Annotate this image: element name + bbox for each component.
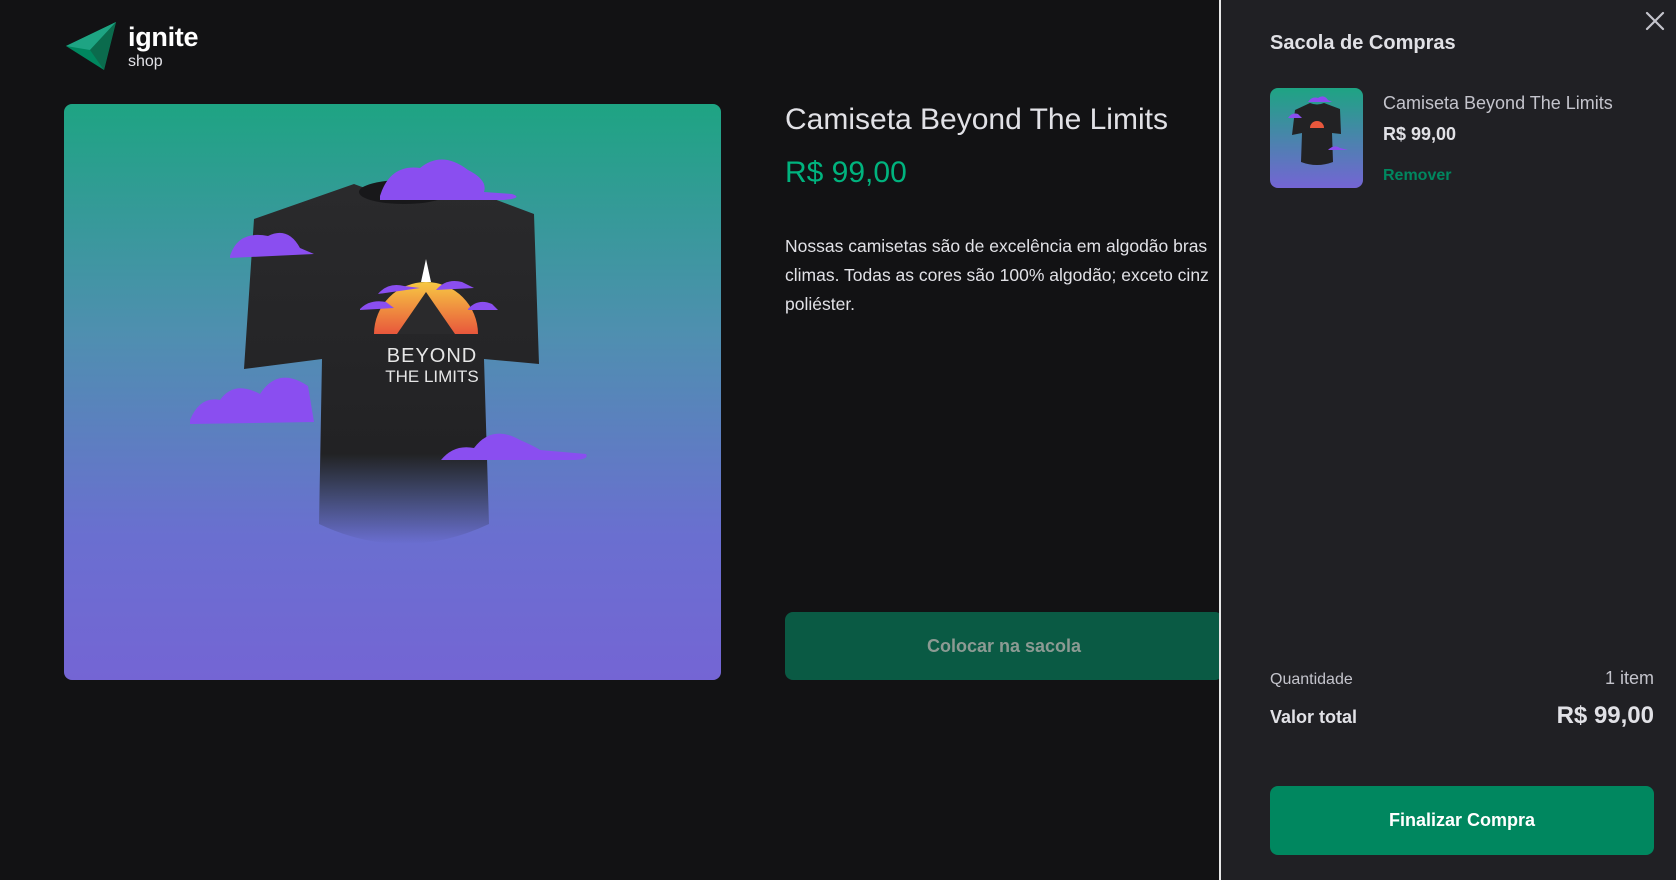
logo-text: ignite shop xyxy=(128,22,199,70)
cart-item-name: Camiseta Beyond The Limits xyxy=(1383,93,1613,113)
ignite-logo-icon[interactable] xyxy=(64,20,118,74)
close-icon xyxy=(1645,11,1665,31)
logo-subtitle: shop xyxy=(128,53,163,70)
product-image: BEYOND THE LIMITS xyxy=(64,104,721,680)
site-header: ignite shop xyxy=(64,20,199,74)
product-page: ignite shop BEYOND THE LIMITS Camiseta B… xyxy=(0,0,1676,880)
total-label: Valor total xyxy=(1270,707,1358,727)
product-price: R$ 99,00 xyxy=(785,156,907,189)
svg-text:BEYOND: BEYOND xyxy=(387,345,477,367)
total-value: R$ 99,00 xyxy=(1556,702,1654,729)
cart-item-thumbnail xyxy=(1270,88,1363,188)
checkout-button[interactable]: Finalizar Compra xyxy=(1270,786,1654,855)
product-description: Nossas camisetas são de excelência em al… xyxy=(785,236,1209,314)
cart-item-info: Camiseta Beyond The Limits R$ 99,00 Remo… xyxy=(1383,88,1613,188)
total-row: Valor total R$ 99,00 xyxy=(1270,702,1654,730)
add-to-bag-button[interactable]: Colocar na sacola xyxy=(785,612,1223,680)
tshirt-with-clouds-image: BEYOND THE LIMITS xyxy=(190,159,587,544)
cart-item: Camiseta Beyond The Limits R$ 99,00 Remo… xyxy=(1270,88,1613,188)
close-cart-button[interactable] xyxy=(1642,8,1668,34)
remove-item-button[interactable]: Remover xyxy=(1383,167,1613,185)
product-title: Camiseta Beyond The Limits xyxy=(785,103,1168,136)
svg-text:THE LIMITS: THE LIMITS xyxy=(385,367,479,386)
quantity-label: Quantidade xyxy=(1270,671,1353,688)
cart-title: Sacola de Compras xyxy=(1270,32,1456,54)
quantity-row: Quantidade 1 item xyxy=(1270,668,1654,689)
cart-drawer: Sacola de Compras Camiseta Beyond The Li… xyxy=(1219,0,1676,880)
tshirt-thumbnail-image xyxy=(1288,96,1348,165)
cart-item-price: R$ 99,00 xyxy=(1383,124,1457,144)
quantity-value: 1 item xyxy=(1604,668,1654,688)
logo-name: ignite xyxy=(128,22,199,52)
